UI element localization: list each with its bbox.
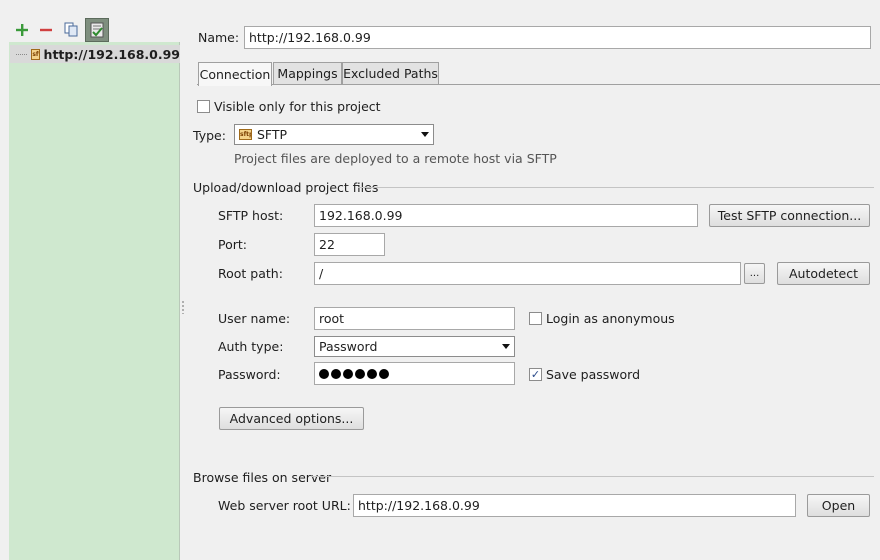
port-label: Port:	[218, 237, 247, 252]
checkmark-icon: ✓	[530, 368, 541, 381]
web-url-label: Web server root URL:	[218, 498, 351, 513]
user-name-label: User name:	[218, 311, 291, 326]
password-dot	[367, 368, 377, 379]
visible-only-checkbox[interactable]	[197, 100, 210, 113]
sftp-icon: sftp	[31, 48, 40, 60]
root-path-label: Root path:	[218, 266, 283, 281]
save-password-label: Save password	[546, 367, 641, 382]
password-dot	[343, 368, 353, 379]
server-list-item[interactable]: sftp http://192.168.0.99	[10, 45, 180, 63]
name-field[interactable]: http://192.168.0.99	[244, 26, 871, 49]
password-mask	[319, 368, 389, 379]
password-dot	[355, 368, 365, 379]
auth-type-select[interactable]: Password	[314, 336, 515, 357]
tab-connection[interactable]: Connection	[198, 62, 272, 86]
type-hint: Project files are deployed to a remote h…	[234, 151, 557, 166]
browse-section-title: Browse files on server	[193, 470, 332, 485]
server-item-label: http://192.168.0.99	[43, 46, 180, 62]
auth-type-label: Auth type:	[218, 339, 284, 354]
password-label: Password:	[218, 367, 281, 382]
password-dot	[319, 368, 329, 379]
tab-excluded-paths[interactable]: Excluded Paths	[342, 62, 439, 85]
sftp-host-field[interactable]: 192.168.0.99	[314, 204, 698, 227]
password-field[interactable]	[314, 362, 515, 385]
server-list-panel[interactable]	[9, 42, 180, 560]
chevron-down-icon	[421, 132, 429, 137]
password-dot	[379, 368, 389, 379]
splitter-handle[interactable]	[181, 300, 185, 314]
section-divider	[312, 476, 874, 477]
user-name-field[interactable]: root	[314, 307, 515, 330]
tab-mappings[interactable]: Mappings	[273, 62, 342, 85]
plus-icon[interactable]	[11, 19, 33, 41]
upload-section-title: Upload/download project files	[193, 180, 379, 195]
anonymous-label: Login as anonymous	[546, 311, 675, 326]
test-connection-button[interactable]: Test SFTP connection...	[709, 204, 870, 227]
type-select[interactable]: sftp SFTP	[234, 124, 434, 145]
check-default-icon[interactable]	[85, 18, 109, 42]
sftp-host-label: SFTP host:	[218, 208, 284, 223]
advanced-options-button[interactable]: Advanced options...	[219, 407, 364, 430]
open-button[interactable]: Open	[807, 494, 870, 517]
visible-only-label: Visible only for this project	[214, 99, 381, 114]
type-value: SFTP	[257, 127, 288, 142]
autodetect-button[interactable]: Autodetect	[777, 262, 870, 285]
auth-type-value: Password	[319, 339, 378, 354]
browse-button[interactable]: ...	[744, 263, 765, 284]
name-label: Name:	[198, 30, 240, 45]
sftp-icon: sftp	[239, 129, 252, 140]
port-field[interactable]: 22	[314, 233, 385, 256]
copy-icon[interactable]	[60, 19, 82, 41]
type-label: Type:	[193, 128, 226, 143]
anonymous-checkbox[interactable]	[529, 312, 542, 325]
chevron-down-icon	[502, 344, 510, 349]
root-path-field[interactable]: /	[314, 262, 741, 285]
web-url-field[interactable]: http://192.168.0.99	[353, 494, 796, 517]
section-divider	[358, 187, 874, 188]
minus-icon[interactable]	[35, 19, 57, 41]
save-password-checkbox[interactable]: ✓	[529, 368, 542, 381]
tree-connector	[16, 53, 28, 55]
password-dot	[331, 368, 341, 379]
